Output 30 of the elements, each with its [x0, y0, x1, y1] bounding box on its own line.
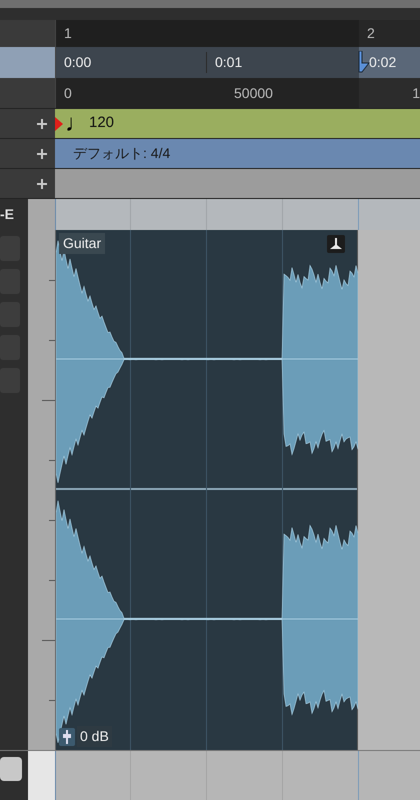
add-icon[interactable] — [37, 148, 47, 158]
sample-label: 0 — [63, 84, 73, 102]
track-button[interactable] — [0, 757, 22, 781]
sample-label: 1 — [359, 78, 420, 108]
scale-header — [28, 199, 55, 230]
time-label: 0:00 — [56, 52, 207, 73]
ruler-header — [0, 47, 55, 78]
bar-number: 1 — [64, 24, 72, 43]
track-label: -E — [0, 205, 14, 224]
time-label: 0:02 — [359, 47, 420, 78]
event-name: Guitar — [59, 233, 106, 254]
time-signature-label: デフォルト: 4/4 — [72, 144, 170, 163]
bar-number: 2 — [367, 24, 375, 43]
note-glyph: ♩ — [65, 112, 89, 136]
fader-icon[interactable] — [59, 728, 75, 746]
playhead-marker-icon[interactable] — [358, 51, 370, 73]
time-ruler[interactable]: 0:00 0:01 0:02 — [55, 47, 420, 78]
time-label: 0:01 — [214, 53, 244, 72]
add-icon[interactable] — [37, 118, 47, 128]
scale-footer — [28, 751, 55, 800]
tempo-value: 120 — [89, 113, 114, 134]
sample-ruler[interactable]: 0 50000 1 — [55, 78, 420, 108]
signature-track[interactable]: デフォルト: 4/4 — [55, 139, 420, 168]
bar-ruler[interactable]: 1 2 — [55, 20, 420, 47]
fade-handle-icon[interactable] — [327, 235, 345, 253]
sample-label: 50000 — [233, 84, 274, 102]
add-icon[interactable] — [37, 178, 47, 188]
tempo-track[interactable]: ♩120 — [55, 109, 420, 138]
audio-event[interactable]: Guitar 0 dB — [55, 230, 357, 750]
gain-label: 0 dB — [77, 726, 112, 747]
